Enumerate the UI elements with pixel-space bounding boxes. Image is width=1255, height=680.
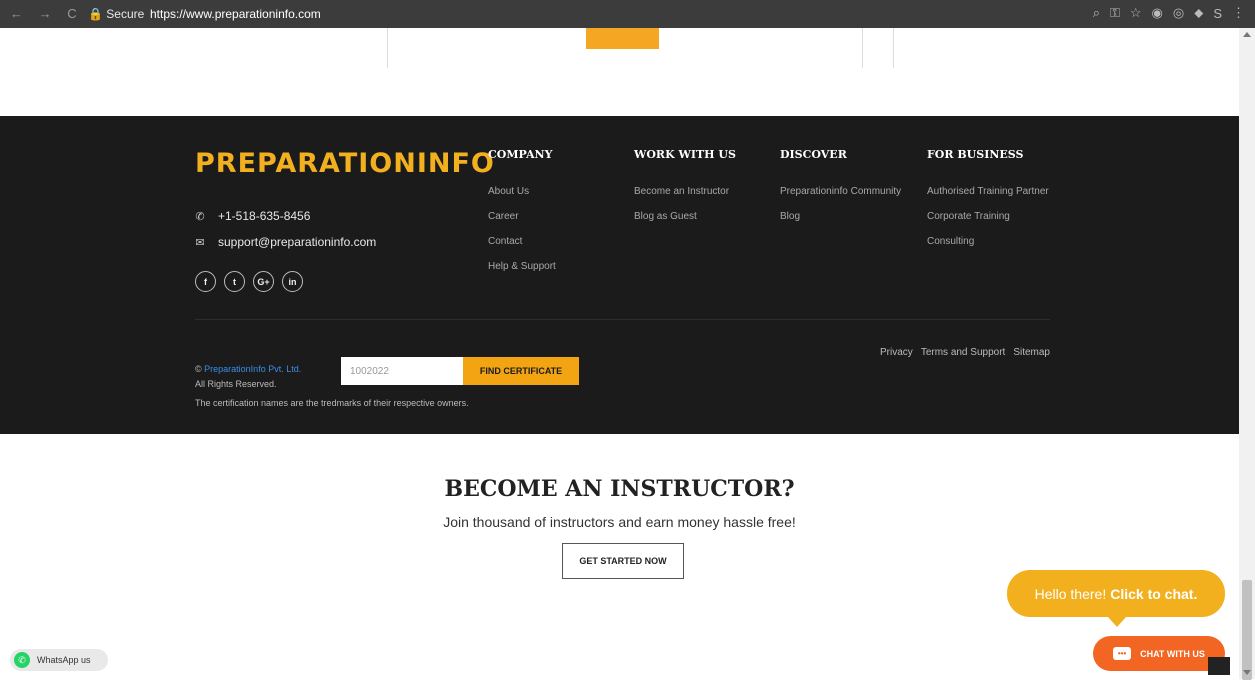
chat-greeting-bubble[interactable]: Hello there! Click to chat.	[1007, 570, 1225, 617]
divider	[387, 28, 388, 68]
footer-divider	[195, 319, 1050, 320]
link-about-us[interactable]: About Us	[488, 186, 556, 198]
link-career[interactable]: Career	[488, 211, 556, 223]
link-blog-as-guest[interactable]: Blog as Guest	[634, 211, 736, 223]
chat-greeting-text: Hello there!	[1034, 585, 1107, 602]
chat-icon: •••	[1113, 647, 1132, 660]
page-scrollbar[interactable]	[1239, 28, 1255, 680]
link-become-instructor[interactable]: Become an Instructor	[634, 186, 736, 198]
browser-nav-buttons[interactable]: ← → C	[10, 6, 83, 21]
email-address[interactable]: support@preparationinfo.com	[218, 235, 376, 249]
footer-column-company: COMPANY About Us Career Contact Help & S…	[488, 148, 556, 286]
scroll-up-icon[interactable]	[1243, 32, 1251, 37]
link-privacy[interactable]: Privacy	[880, 347, 913, 358]
email-row: ✉ support@preparationinfo.com	[195, 235, 376, 249]
footer-column-discover: DISCOVER Preparationinfo Community Blog	[780, 148, 901, 236]
link-sitemap[interactable]: Sitemap	[1013, 347, 1050, 358]
column-heading: COMPANY	[488, 148, 553, 161]
phone-row: ✆ +1-518-635-8456	[195, 209, 310, 223]
company-link[interactable]: PreparationInfo Pvt. Ltd.	[204, 364, 301, 374]
link-blog[interactable]: Blog	[780, 211, 901, 223]
chat-with-us-button[interactable]: ••• CHAT WITH US	[1093, 636, 1225, 671]
rights-text: All Rights Reserved.	[195, 379, 277, 389]
key-icon[interactable]: ⚿	[1110, 5, 1120, 21]
get-started-button[interactable]: GET STARTED NOW	[562, 543, 684, 579]
find-certificate-button[interactable]: FIND CERTIFICATE	[463, 357, 579, 385]
link-help-support[interactable]: Help & Support	[488, 261, 556, 273]
skype-extension-icon[interactable]: S	[1213, 6, 1222, 21]
extension-blue-icon[interactable]: ◎	[1173, 5, 1184, 21]
browser-extensions: ⌕ ⚿ ☆ ◉ ◎ ⬥ S ⋮	[1093, 5, 1245, 21]
scroll-to-top-button[interactable]	[1208, 657, 1230, 675]
zoom-icon[interactable]: ⌕	[1093, 5, 1100, 21]
extension-red-icon[interactable]: ◉	[1152, 5, 1163, 21]
whatsapp-icon: ✆	[14, 652, 30, 668]
browser-toolbar: ← → C 🔒 Secure https://www.preparationin…	[0, 0, 1255, 28]
link-corporate-training[interactable]: Corporate Training	[927, 211, 1049, 223]
scroll-down-icon[interactable]	[1243, 670, 1251, 675]
footer-column-for-business: FOR BUSINESS Authorised Training Partner…	[927, 148, 1049, 261]
link-contact[interactable]: Contact	[488, 236, 556, 248]
phone-number[interactable]: +1-518-635-8456	[218, 209, 310, 223]
legal-links: Privacy Terms and Support Sitemap	[880, 347, 1050, 358]
chat-greeting-cta: Click to chat.	[1110, 585, 1198, 602]
envelope-icon: ✉	[195, 236, 205, 249]
link-community[interactable]: Preparationinfo Community	[780, 186, 901, 198]
column-heading: FOR BUSINESS	[927, 148, 1024, 161]
cut-off-panel	[862, 28, 894, 68]
chat-button-label: CHAT WITH US	[1140, 648, 1205, 659]
column-heading: DISCOVER	[780, 148, 847, 161]
certificate-number-input[interactable]	[341, 357, 463, 385]
extension-grey-icon[interactable]: ⬥	[1194, 5, 1203, 21]
social-links: f t G+ in	[195, 271, 303, 292]
cta-title: BECOME AN INSTRUCTOR?	[444, 476, 795, 502]
footer-column-work-with-us: WORK WITH US Become an Instructor Blog a…	[634, 148, 736, 236]
trademark-note: The certification names are the tredmark…	[195, 398, 469, 408]
site-footer: PREPARATIONINFO ✆ +1-518-635-8456 ✉ supp…	[0, 116, 1239, 434]
link-consulting[interactable]: Consulting	[927, 236, 1049, 248]
copyright: © PreparationInfo Pvt. Ltd. All Rights R…	[195, 362, 301, 392]
phone-icon: ✆	[195, 210, 205, 223]
cta-subtitle: Join thousand of instructors and earn mo…	[443, 514, 796, 530]
secure-indicator[interactable]: 🔒 Secure	[88, 7, 144, 21]
site-logo[interactable]: PREPARATIONINFO	[195, 148, 495, 179]
copyright-symbol: ©	[195, 364, 202, 374]
facebook-icon[interactable]: f	[195, 271, 216, 292]
column-heading: WORK WITH US	[634, 148, 736, 161]
linkedin-icon[interactable]: in	[282, 271, 303, 292]
twitter-icon[interactable]: t	[224, 271, 245, 292]
cut-off-button[interactable]	[586, 28, 659, 49]
bubble-tail	[1108, 617, 1126, 627]
whatsapp-label: WhatsApp us	[37, 655, 91, 665]
whatsapp-button[interactable]: ✆ WhatsApp us	[10, 649, 108, 671]
bookmark-star-icon[interactable]: ☆	[1130, 5, 1142, 21]
google-plus-icon[interactable]: G+	[253, 271, 274, 292]
link-training-partner[interactable]: Authorised Training Partner	[927, 186, 1049, 198]
address-bar[interactable]: https://www.preparationinfo.com	[150, 7, 321, 21]
browser-menu-icon[interactable]: ⋮	[1232, 5, 1245, 21]
scrollbar-thumb[interactable]	[1242, 580, 1252, 680]
link-terms-support[interactable]: Terms and Support	[921, 347, 1006, 358]
previous-section-remnant	[0, 28, 1239, 116]
